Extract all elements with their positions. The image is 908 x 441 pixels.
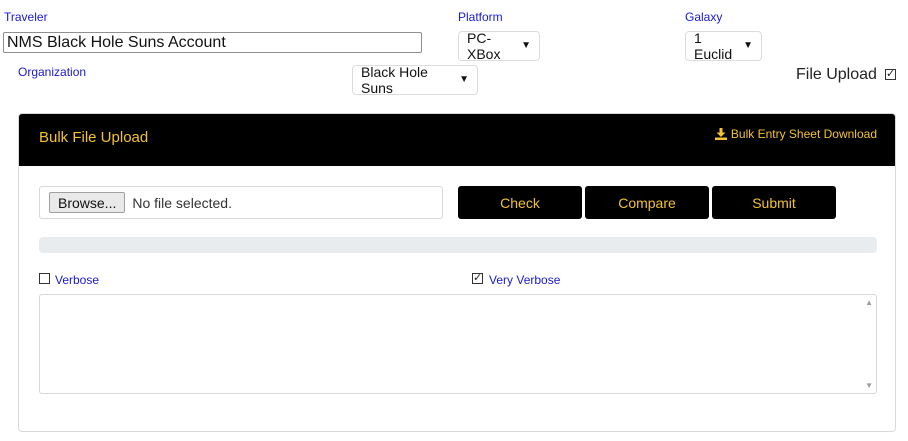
file-status: No file selected. [132, 194, 232, 211]
platform-label: Platform [458, 10, 503, 24]
file-upload-label: File Upload [796, 66, 877, 83]
bulk-entry-download-link[interactable]: Bulk Entry Sheet Download [714, 127, 877, 141]
download-link-label: Bulk Entry Sheet Download [730, 127, 877, 141]
progress-bar [39, 237, 877, 253]
organization-selected: Black Hole Suns [361, 64, 428, 96]
scroll-down-icon[interactable]: ▼ [865, 381, 873, 390]
verbose-checkbox[interactable] [39, 273, 50, 284]
compare-button[interactable]: Compare [585, 186, 709, 219]
caret-down-icon: ▼ [743, 40, 753, 51]
traveler-label: Traveler [4, 10, 48, 24]
traveler-input[interactable]: NMS Black Hole Suns Account [3, 32, 422, 53]
download-icon [714, 128, 727, 140]
log-output-textarea[interactable]: ▲ ▼ [39, 294, 877, 394]
card-title: Bulk File Upload [39, 129, 149, 146]
organization-dropdown[interactable]: Black Hole Suns ▼ [352, 64, 478, 96]
browse-button[interactable]: Browse... [49, 192, 126, 213]
organization-label: Organization [18, 65, 87, 79]
check-button[interactable]: Check [458, 186, 582, 219]
file-upload-checkbox[interactable]: ✓ [885, 69, 896, 80]
galaxy-dropdown[interactable]: 1 Euclid ▼ [685, 30, 762, 62]
submit-button[interactable]: Submit [712, 186, 836, 219]
scroll-up-icon[interactable]: ▲ [865, 298, 873, 307]
galaxy-selected: 1 Euclid [694, 30, 733, 62]
caret-down-icon: ▼ [459, 74, 469, 85]
galaxy-label: Galaxy [685, 10, 723, 24]
verbose-label[interactable]: Verbose [55, 273, 99, 287]
very-verbose-label[interactable]: Very Verbose [489, 273, 560, 287]
very-verbose-checkbox[interactable]: ✓ [472, 273, 483, 284]
bulk-upload-card: Bulk File Upload Bulk Entry Sheet Downlo… [18, 113, 896, 432]
caret-down-icon: ▼ [521, 40, 531, 51]
card-header: Bulk File Upload Bulk Entry Sheet Downlo… [19, 114, 895, 166]
file-input[interactable]: Browse... No file selected. [39, 186, 443, 219]
platform-selected: PC-XBox [467, 30, 501, 62]
platform-dropdown[interactable]: PC-XBox ▼ [458, 30, 540, 62]
